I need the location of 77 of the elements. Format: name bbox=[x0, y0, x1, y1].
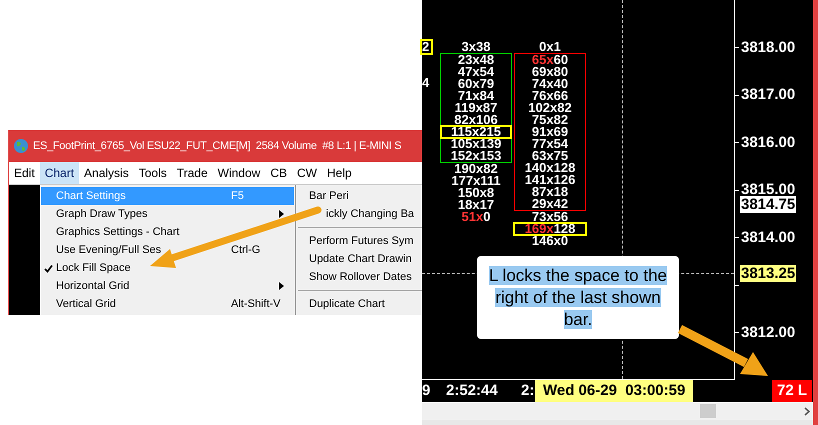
volume-cell-text: 75x82 bbox=[532, 114, 568, 126]
callout-text: L locks the space to the right of the last shown bar. bbox=[488, 264, 668, 330]
volume-cell-text: 65x60 bbox=[530, 54, 570, 66]
submenu-arrow-icon bbox=[279, 210, 284, 218]
window-title: ES_FootPrint_6765_Vol ESU22_FUT_CME[M] 2584 Volume #8 L:1 | E-MINI S bbox=[33, 138, 402, 154]
volume-cell-text: 150x8 bbox=[456, 187, 496, 199]
menu-item[interactable]: Trade bbox=[172, 162, 213, 184]
volume-cell-text: 102x82 bbox=[527, 102, 573, 114]
menu-entry[interactable]: Use Evening/Full Ses Ctrl-G bbox=[41, 241, 294, 259]
menu-item[interactable]: Tools bbox=[134, 162, 172, 184]
price-label: 3816.00 bbox=[740, 132, 796, 152]
menu-entry[interactable]: Bar Peri bbox=[309, 188, 349, 204]
volume-cell: 169x128 bbox=[514, 223, 586, 235]
volume-cell-text: 119x87 bbox=[454, 102, 498, 114]
volume-cell-text: 23x48 bbox=[456, 54, 496, 66]
globe-icon bbox=[13, 138, 29, 154]
price-marker: 3813.25 bbox=[740, 265, 796, 282]
menu-entry[interactable]: Vertical Grid Alt-Shift-V bbox=[41, 295, 294, 313]
menu-entry[interactable]: Perform Futures Sym bbox=[309, 232, 414, 250]
volume-cell-text: 51x0 bbox=[462, 211, 492, 223]
menu-entry[interactable]: Horizontal Grid bbox=[41, 277, 294, 295]
submenu-arrow-icon bbox=[279, 282, 284, 290]
menu-entry[interactable]: Lock Fill Space bbox=[41, 259, 294, 277]
volume-cell: 115x215 bbox=[441, 126, 511, 138]
menu-item[interactable]: Edit bbox=[9, 162, 40, 184]
price-label: 3814.00 bbox=[740, 228, 796, 248]
scrollbar-thumb[interactable] bbox=[700, 404, 716, 418]
volume-cell-text: 0x1 bbox=[538, 41, 562, 53]
cursor-time-label: Wed 06-29 03:00:59 bbox=[535, 380, 694, 402]
menu-item[interactable]: Help bbox=[322, 162, 357, 184]
volume-cell-text: 18x17 bbox=[456, 199, 496, 211]
volume-cell-text: 3x38 bbox=[460, 41, 492, 53]
time-label: 2: bbox=[521, 380, 535, 401]
volume-label: 2 bbox=[422, 41, 432, 53]
volume-cell-text: 105x139 bbox=[450, 138, 502, 150]
menu-item[interactable]: Window bbox=[212, 162, 266, 184]
volume-cell-text: 152x153 bbox=[450, 150, 502, 162]
price-label: 3818.00 bbox=[740, 38, 796, 58]
status-badge: 72 L bbox=[772, 380, 812, 402]
menu-entry[interactable]: ickly Changing Ba bbox=[326, 206, 414, 222]
checkmark-icon bbox=[44, 264, 53, 272]
volume-cell-text: 47x54 bbox=[456, 66, 496, 78]
volume-cell-text: 69x80 bbox=[530, 66, 570, 78]
volume-cell-text: 140x128 bbox=[524, 162, 576, 174]
menu-entry[interactable]: Graphics Settings - Chart bbox=[41, 223, 294, 241]
volume-cell-text: 141x126 bbox=[524, 174, 576, 186]
price-label: 3815.00 bbox=[740, 180, 796, 198]
volume-cell-text: 190x82 bbox=[453, 163, 499, 175]
volume-cell-text: 91x69 bbox=[530, 126, 570, 138]
menu-item[interactable]: CW bbox=[292, 162, 322, 184]
menu-entry[interactable]: Duplicate Chart bbox=[309, 296, 385, 312]
volume-cell-text: 76x66 bbox=[532, 90, 568, 102]
volume-cell-text: 177x111 bbox=[450, 175, 502, 187]
menu-item[interactable]: Chart bbox=[40, 162, 80, 184]
chevron-right-icon[interactable] bbox=[804, 406, 810, 416]
volume-cell-text: 82x106 bbox=[453, 114, 499, 126]
volume-label: 4 bbox=[422, 77, 430, 89]
horizontal-scrollbar[interactable] bbox=[422, 402, 813, 420]
price-label: 3812.00 bbox=[740, 322, 796, 342]
time-label: 9 bbox=[422, 380, 432, 401]
menu-item[interactable]: CB bbox=[265, 162, 292, 184]
volume-cell-text: 60x79 bbox=[456, 78, 496, 90]
menu-entry[interactable]: Update Chart Drawin bbox=[309, 250, 412, 268]
volume-cell-text: 77x54 bbox=[530, 138, 570, 150]
price-label: 3817.00 bbox=[740, 85, 796, 105]
menu-item[interactable]: Analysis bbox=[79, 162, 134, 184]
time-label: 2:52:44 bbox=[446, 380, 499, 401]
volume-cell-text: 29x42 bbox=[530, 198, 570, 210]
menu-entry[interactable]: Show Rollover Dates bbox=[309, 268, 412, 286]
volume-cell-text: 71x84 bbox=[458, 90, 494, 102]
volume-cell-text: 146x0 bbox=[532, 235, 568, 247]
volume-cell-text: 74x40 bbox=[530, 78, 570, 90]
menu-entry[interactable]: Graph Draw Types bbox=[41, 205, 294, 223]
volume-cell-text: 87x18 bbox=[530, 186, 568, 198]
volume-cell-text: 63x75 bbox=[532, 150, 568, 162]
price-marker: 3814.75 bbox=[740, 196, 796, 213]
volume-cell-text: 73x56 bbox=[530, 211, 570, 223]
